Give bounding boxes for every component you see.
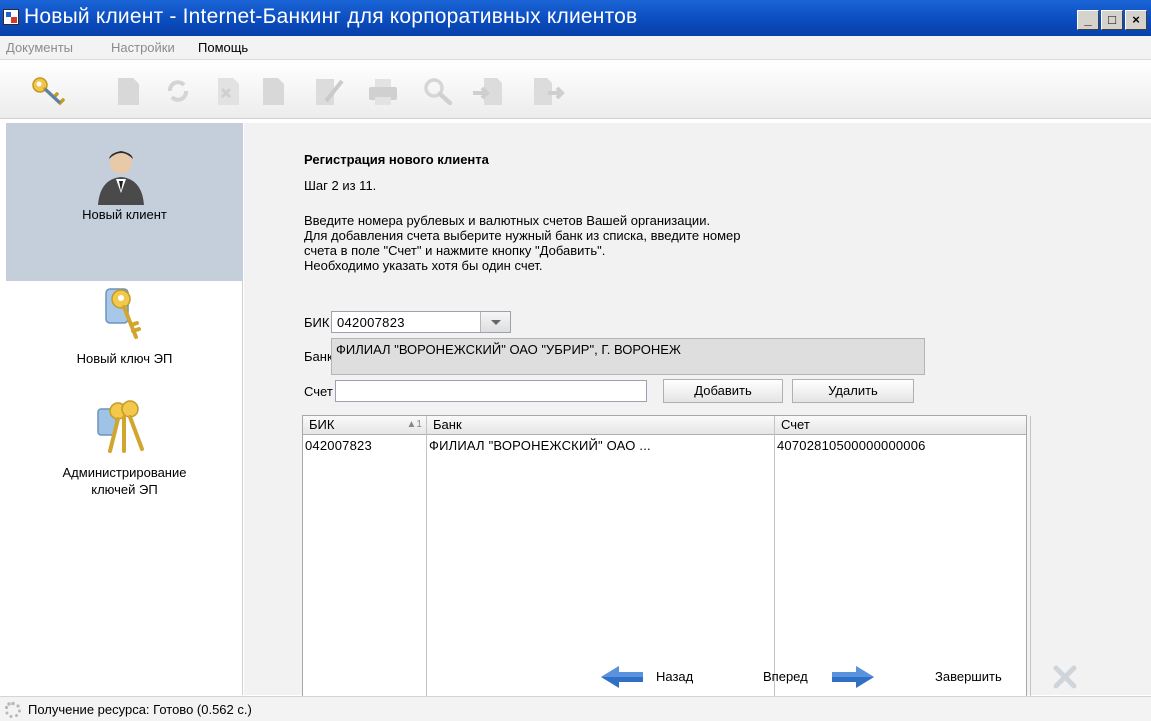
bank-field: ФИЛИАЛ "ВОРОНЕЖСКИЙ" ОАО "УБРИР", Г. ВОР…	[331, 338, 925, 375]
sidebar: Новый клиент Новый ключ ЭП Администриров…	[6, 123, 243, 695]
sort-ascending-icon: ▲1	[406, 419, 422, 430]
table-header: БИК ▲1 Банк Счет	[303, 416, 1031, 435]
bik-select-value: 042007823	[337, 315, 405, 330]
toolbar	[0, 61, 1151, 119]
cell-bik: 042007823	[305, 438, 372, 453]
status-bar: Получение ресурса: Готово (0.562 с.)	[0, 696, 1151, 721]
bik-label: БИК	[304, 315, 330, 330]
window-title: Новый клиент - Internet-Банкинг для корп…	[24, 5, 638, 28]
minimize-button[interactable]: _	[1077, 10, 1099, 30]
bank-label: Банк	[304, 349, 333, 364]
forward-button[interactable]: Вперед	[763, 663, 883, 691]
instructions: Введите номера рублевых и валютных счето…	[304, 213, 741, 273]
search-icon[interactable]	[420, 75, 456, 107]
instruction-line: счета в поле "Счет" и нажмите кнопку "До…	[304, 243, 606, 258]
menu-documents[interactable]: Документы	[6, 40, 73, 55]
user-icon	[88, 145, 154, 211]
sidebar-item-label: Новый ключ ЭП	[76, 351, 173, 366]
menu-bar: Документы Настройки Помощь	[0, 36, 1151, 60]
bik-select[interactable]: 042007823	[331, 311, 511, 333]
edit-icon[interactable]	[310, 75, 346, 107]
finish-label: Завершить	[935, 669, 1002, 684]
menu-help[interactable]: Помощь	[198, 40, 248, 55]
main-panel: Регистрация нового клиента Шаг 2 из 11. …	[244, 123, 1151, 721]
title-bar: Новый клиент - Internet-Банкинг для корп…	[0, 0, 1151, 36]
column-header-account[interactable]: Счет	[775, 416, 1031, 435]
account-input[interactable]	[335, 380, 647, 402]
column-divider	[426, 435, 427, 721]
maximize-button[interactable]: □	[1101, 10, 1123, 30]
instruction-line: Введите номера рублевых и валютных счето…	[304, 213, 711, 228]
app-icon	[3, 9, 19, 25]
add-button[interactable]: Добавить	[663, 379, 783, 403]
key-tag-icon	[88, 281, 154, 347]
finish-button[interactable]: Завершить	[935, 663, 1095, 691]
cell-account: 40702810500000000006	[777, 438, 926, 453]
back-label: Назад	[656, 669, 694, 684]
export-icon[interactable]	[530, 75, 566, 107]
status-text: Получение ресурса: Готово (0.562 с.)	[28, 702, 252, 717]
sidebar-item-label: Новый клиент	[82, 207, 167, 222]
column-header-bank[interactable]: Банк	[427, 416, 775, 435]
close-button[interactable]: ×	[1125, 10, 1147, 30]
sidebar-item-label: Администрирование	[62, 465, 187, 480]
step-indicator: Шаг 2 из 11.	[304, 178, 377, 193]
key-icon[interactable]	[30, 75, 66, 107]
spinner-icon	[4, 701, 22, 719]
sidebar-item-label: ключей ЭП	[91, 482, 158, 497]
chevron-down-icon[interactable]	[480, 312, 510, 332]
account-label: Счет	[304, 384, 333, 399]
page-title: Регистрация нового клиента	[304, 152, 489, 167]
sidebar-item-new-key[interactable]: Новый ключ ЭП	[6, 281, 243, 391]
sidebar-item-key-admin[interactable]: Администрирование ключей ЭП	[6, 395, 243, 515]
import-icon[interactable]	[470, 75, 506, 107]
delete-icon[interactable]	[210, 75, 246, 107]
delete-button[interactable]: Удалить	[792, 379, 914, 403]
back-button[interactable]: Назад	[599, 663, 719, 691]
keys-bunch-icon	[88, 395, 154, 461]
forward-label: Вперед	[763, 669, 808, 684]
close-icon	[1053, 665, 1077, 689]
cell-bank: ФИЛИАЛ "ВОРОНЕЖСКИЙ" ОАО ...	[429, 438, 651, 453]
document-icon[interactable]	[255, 75, 291, 107]
sidebar-item-new-client[interactable]: Новый клиент	[6, 123, 243, 281]
new-document-icon[interactable]	[110, 75, 146, 107]
instruction-line: Необходимо указать хотя бы один счет.	[304, 258, 543, 273]
instruction-line: Для добавления счета выберите нужный бан…	[304, 228, 741, 243]
print-icon[interactable]	[365, 75, 401, 107]
bank-value: ФИЛИАЛ "ВОРОНЕЖСКИЙ" ОАО "УБРИР", Г. ВОР…	[336, 342, 681, 357]
arrow-left-icon	[601, 666, 643, 688]
arrow-right-icon	[832, 666, 874, 688]
refresh-icon[interactable]	[160, 75, 196, 107]
menu-settings[interactable]: Настройки	[111, 40, 175, 55]
column-header-bik[interactable]: БИК ▲1	[303, 416, 427, 435]
